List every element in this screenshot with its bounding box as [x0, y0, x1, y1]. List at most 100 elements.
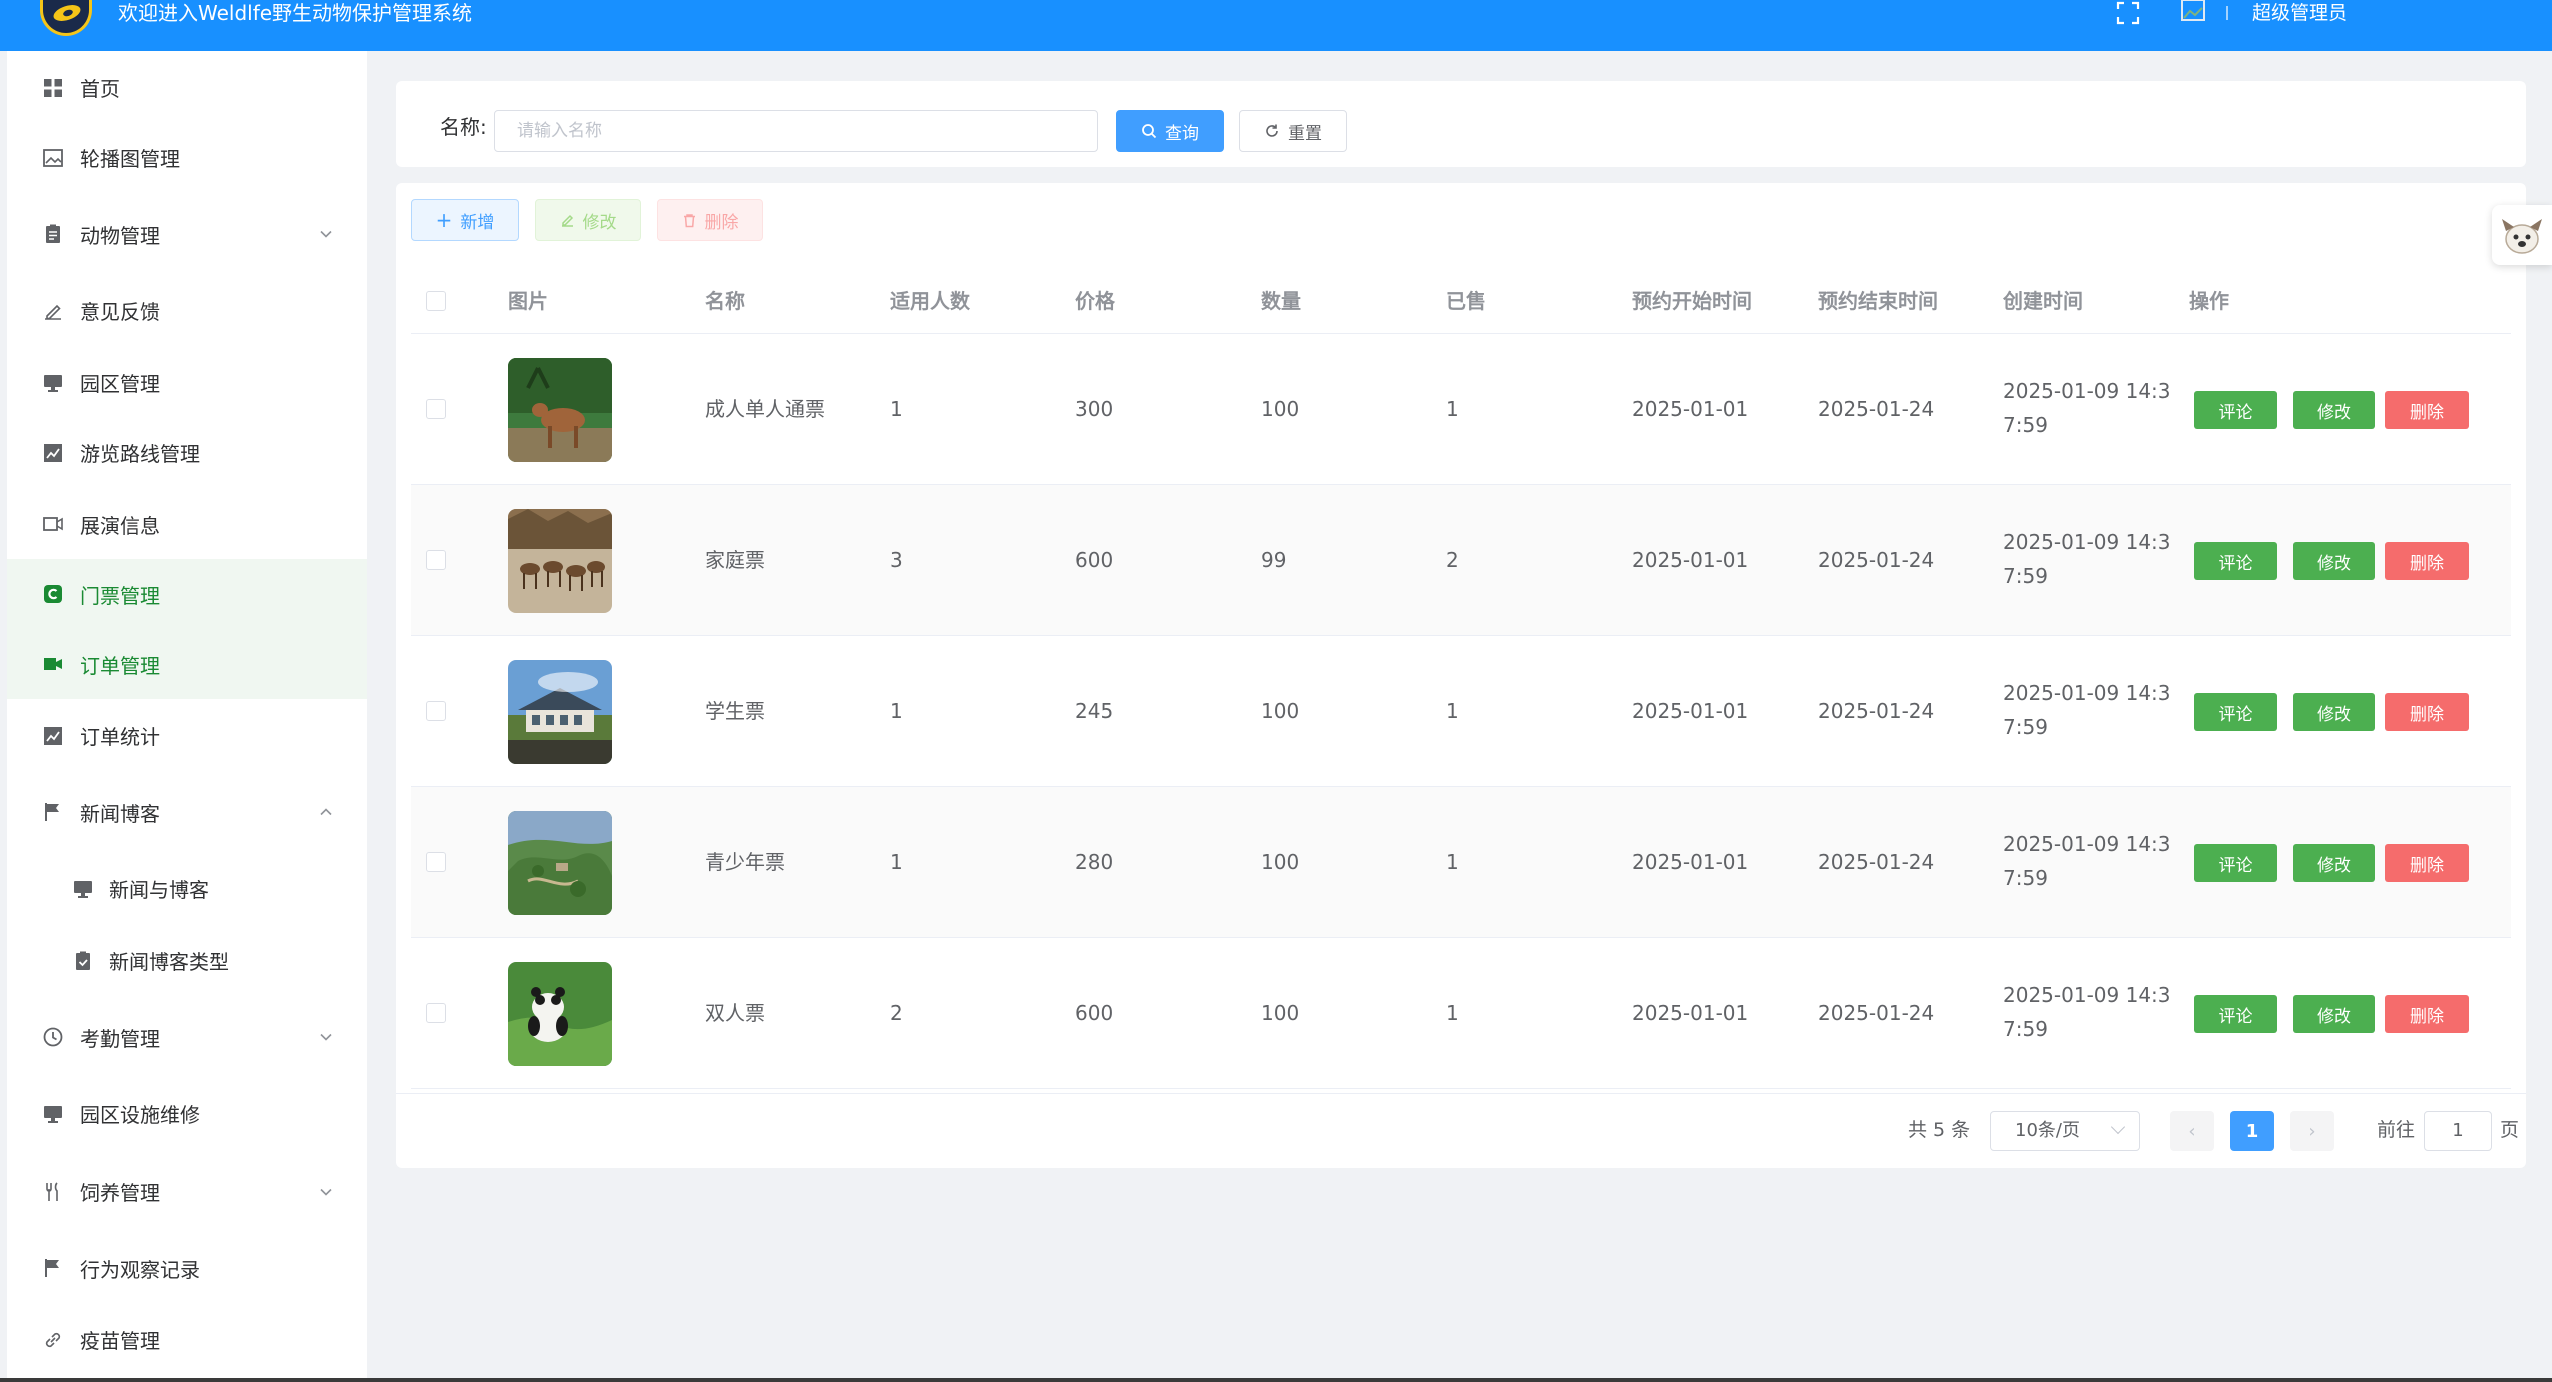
- pagination-divider: [396, 1093, 2526, 1094]
- edit-button[interactable]: 修改: [535, 199, 641, 241]
- row-delete-button[interactable]: 删除: [2385, 844, 2469, 882]
- search-input[interactable]: [494, 110, 1098, 152]
- chevron-left-icon: ‹: [2188, 1120, 2196, 1142]
- comment-button[interactable]: 评论: [2194, 693, 2277, 731]
- reset-label: 重置: [1288, 123, 1322, 144]
- row-edit-button[interactable]: 修改: [2293, 693, 2375, 731]
- row-checkbox[interactable]: [426, 550, 446, 570]
- sidebar-item[interactable]: 动物管理: [7, 199, 367, 269]
- sidebar-item[interactable]: 展演信息: [7, 489, 367, 559]
- ticket-image[interactable]: [508, 660, 612, 764]
- header-divider: [2226, 6, 2228, 20]
- column-header: 预约结束时间: [1818, 289, 1938, 313]
- row-checkbox[interactable]: [426, 701, 446, 721]
- cell-price: 245: [1075, 699, 1114, 723]
- top-header: 欢迎进入Weldlfe野生动物保护管理系统 超级管理员: [0, 0, 2552, 51]
- reset-button[interactable]: 重置: [1239, 110, 1347, 152]
- query-button[interactable]: 查询: [1116, 110, 1224, 152]
- ticket-image[interactable]: [508, 811, 612, 915]
- chevron-down-icon: [315, 223, 337, 245]
- query-label: 查询: [1165, 123, 1199, 144]
- row-edit-button[interactable]: 修改: [2293, 391, 2375, 429]
- chart-icon: [41, 441, 65, 465]
- ticket-image[interactable]: [508, 509, 612, 613]
- row-delete-button[interactable]: 删除: [2385, 542, 2469, 580]
- prev-page-button[interactable]: ‹: [2170, 1111, 2214, 1151]
- monitor-icon: [41, 1102, 65, 1126]
- cell-sold: 1: [1446, 1001, 1459, 1025]
- sidebar-item[interactable]: 新闻博客: [7, 777, 367, 847]
- cell-sold: 1: [1446, 699, 1459, 723]
- cell-end: 2025-01-24: [1818, 850, 1935, 874]
- sidebar-item[interactable]: 新闻与博客: [7, 854, 367, 924]
- sidebar-item[interactable]: 游览路线管理: [7, 418, 367, 488]
- cell-end: 2025-01-24: [1818, 1001, 1935, 1025]
- comment-button[interactable]: 评论: [2194, 995, 2277, 1033]
- sidebar-item[interactable]: 首页: [7, 53, 367, 123]
- page-number-button[interactable]: 1: [2230, 1111, 2274, 1151]
- sidebar-item[interactable]: 新闻博客类型: [7, 926, 367, 996]
- cell-end: 2025-01-24: [1818, 548, 1935, 572]
- sidebar-item[interactable]: 疫苗管理: [7, 1305, 367, 1375]
- sidebar-item[interactable]: 意见反馈: [7, 276, 367, 346]
- ticket-image[interactable]: [508, 358, 612, 462]
- next-page-button[interactable]: ›: [2290, 1111, 2334, 1151]
- delete-button[interactable]: 删除: [657, 199, 763, 241]
- row-edit-button[interactable]: 修改: [2293, 844, 2375, 882]
- sidebar-item-label: 考勤管理: [80, 1026, 160, 1051]
- cell-sold: 2: [1446, 548, 1459, 572]
- row-edit-button[interactable]: 修改: [2293, 542, 2375, 580]
- fork-icon: [41, 1180, 65, 1204]
- sidebar-item-label: 行为观察记录: [80, 1257, 200, 1282]
- row-edit-button[interactable]: 修改: [2293, 995, 2375, 1033]
- chart-icon: [41, 724, 65, 748]
- ticket-icon: [41, 582, 65, 606]
- cell-people: 1: [890, 850, 903, 874]
- pet-widget[interactable]: [2492, 205, 2552, 265]
- add-button[interactable]: + 新增: [411, 199, 519, 241]
- chevron-down-icon: [2110, 1119, 2126, 1135]
- sidebar-item[interactable]: 考勤管理: [7, 1002, 367, 1072]
- goto-page-input[interactable]: 1: [2424, 1111, 2492, 1151]
- sidebar-item-label: 展演信息: [80, 513, 160, 538]
- sidebar-item[interactable]: 园区设施维修: [7, 1079, 367, 1149]
- table-row: 学生票 1 245 100 1 2025-01-01 2025-01-24 2025-01-0…: [411, 636, 2511, 787]
- sidebar-item[interactable]: 门票管理: [7, 559, 367, 630]
- user-name[interactable]: 超级管理员: [2252, 0, 2347, 26]
- row-delete-button[interactable]: 删除: [2385, 391, 2469, 429]
- refresh-icon: [1266, 124, 1278, 137]
- sidebar-item[interactable]: 行为观察记录: [7, 1233, 367, 1303]
- cell-start: 2025-01-01: [1632, 548, 1749, 572]
- trash-icon: [683, 213, 695, 227]
- sidebar-item[interactable]: 订单管理: [7, 629, 367, 700]
- avatar[interactable]: [2180, 0, 2220, 30]
- sidebar-item[interactable]: 订单统计: [7, 701, 367, 771]
- page-suffix: 页: [2500, 1119, 2520, 1141]
- app-title: 欢迎进入Weldlfe野生动物保护管理系统: [118, 1, 473, 25]
- sidebar-item[interactable]: 饲养管理: [7, 1157, 367, 1227]
- bottom-edge: [0, 1378, 2552, 1382]
- sidebar-item-label: 园区管理: [80, 372, 160, 397]
- row-checkbox[interactable]: [426, 852, 446, 872]
- row-checkbox[interactable]: [426, 399, 446, 419]
- comment-button[interactable]: 评论: [2194, 391, 2277, 429]
- ticket-image[interactable]: [508, 962, 612, 1066]
- sidebar-item[interactable]: 轮播图管理: [7, 123, 367, 193]
- column-header: 数量: [1261, 289, 1301, 313]
- cell-start: 2025-01-01: [1632, 1001, 1749, 1025]
- page-size-select[interactable]: 10条/页: [1990, 1111, 2140, 1151]
- cell-price: 600: [1075, 548, 1114, 572]
- comment-button[interactable]: 评论: [2194, 844, 2277, 882]
- row-delete-button[interactable]: 删除: [2385, 995, 2469, 1033]
- cell-sold: 1: [1446, 397, 1459, 421]
- flag-icon: [41, 1256, 65, 1280]
- row-delete-button[interactable]: 删除: [2385, 693, 2469, 731]
- sidebar-item-label: 门票管理: [80, 583, 160, 608]
- cell-people: 1: [890, 397, 903, 421]
- select-all-checkbox[interactable]: [426, 291, 446, 311]
- comment-button[interactable]: 评论: [2194, 542, 2277, 580]
- column-header: 创建时间: [2003, 289, 2083, 313]
- fullscreen-icon[interactable]: [2115, 0, 2141, 26]
- row-checkbox[interactable]: [426, 1003, 446, 1023]
- sidebar-item[interactable]: 园区管理: [7, 348, 367, 418]
